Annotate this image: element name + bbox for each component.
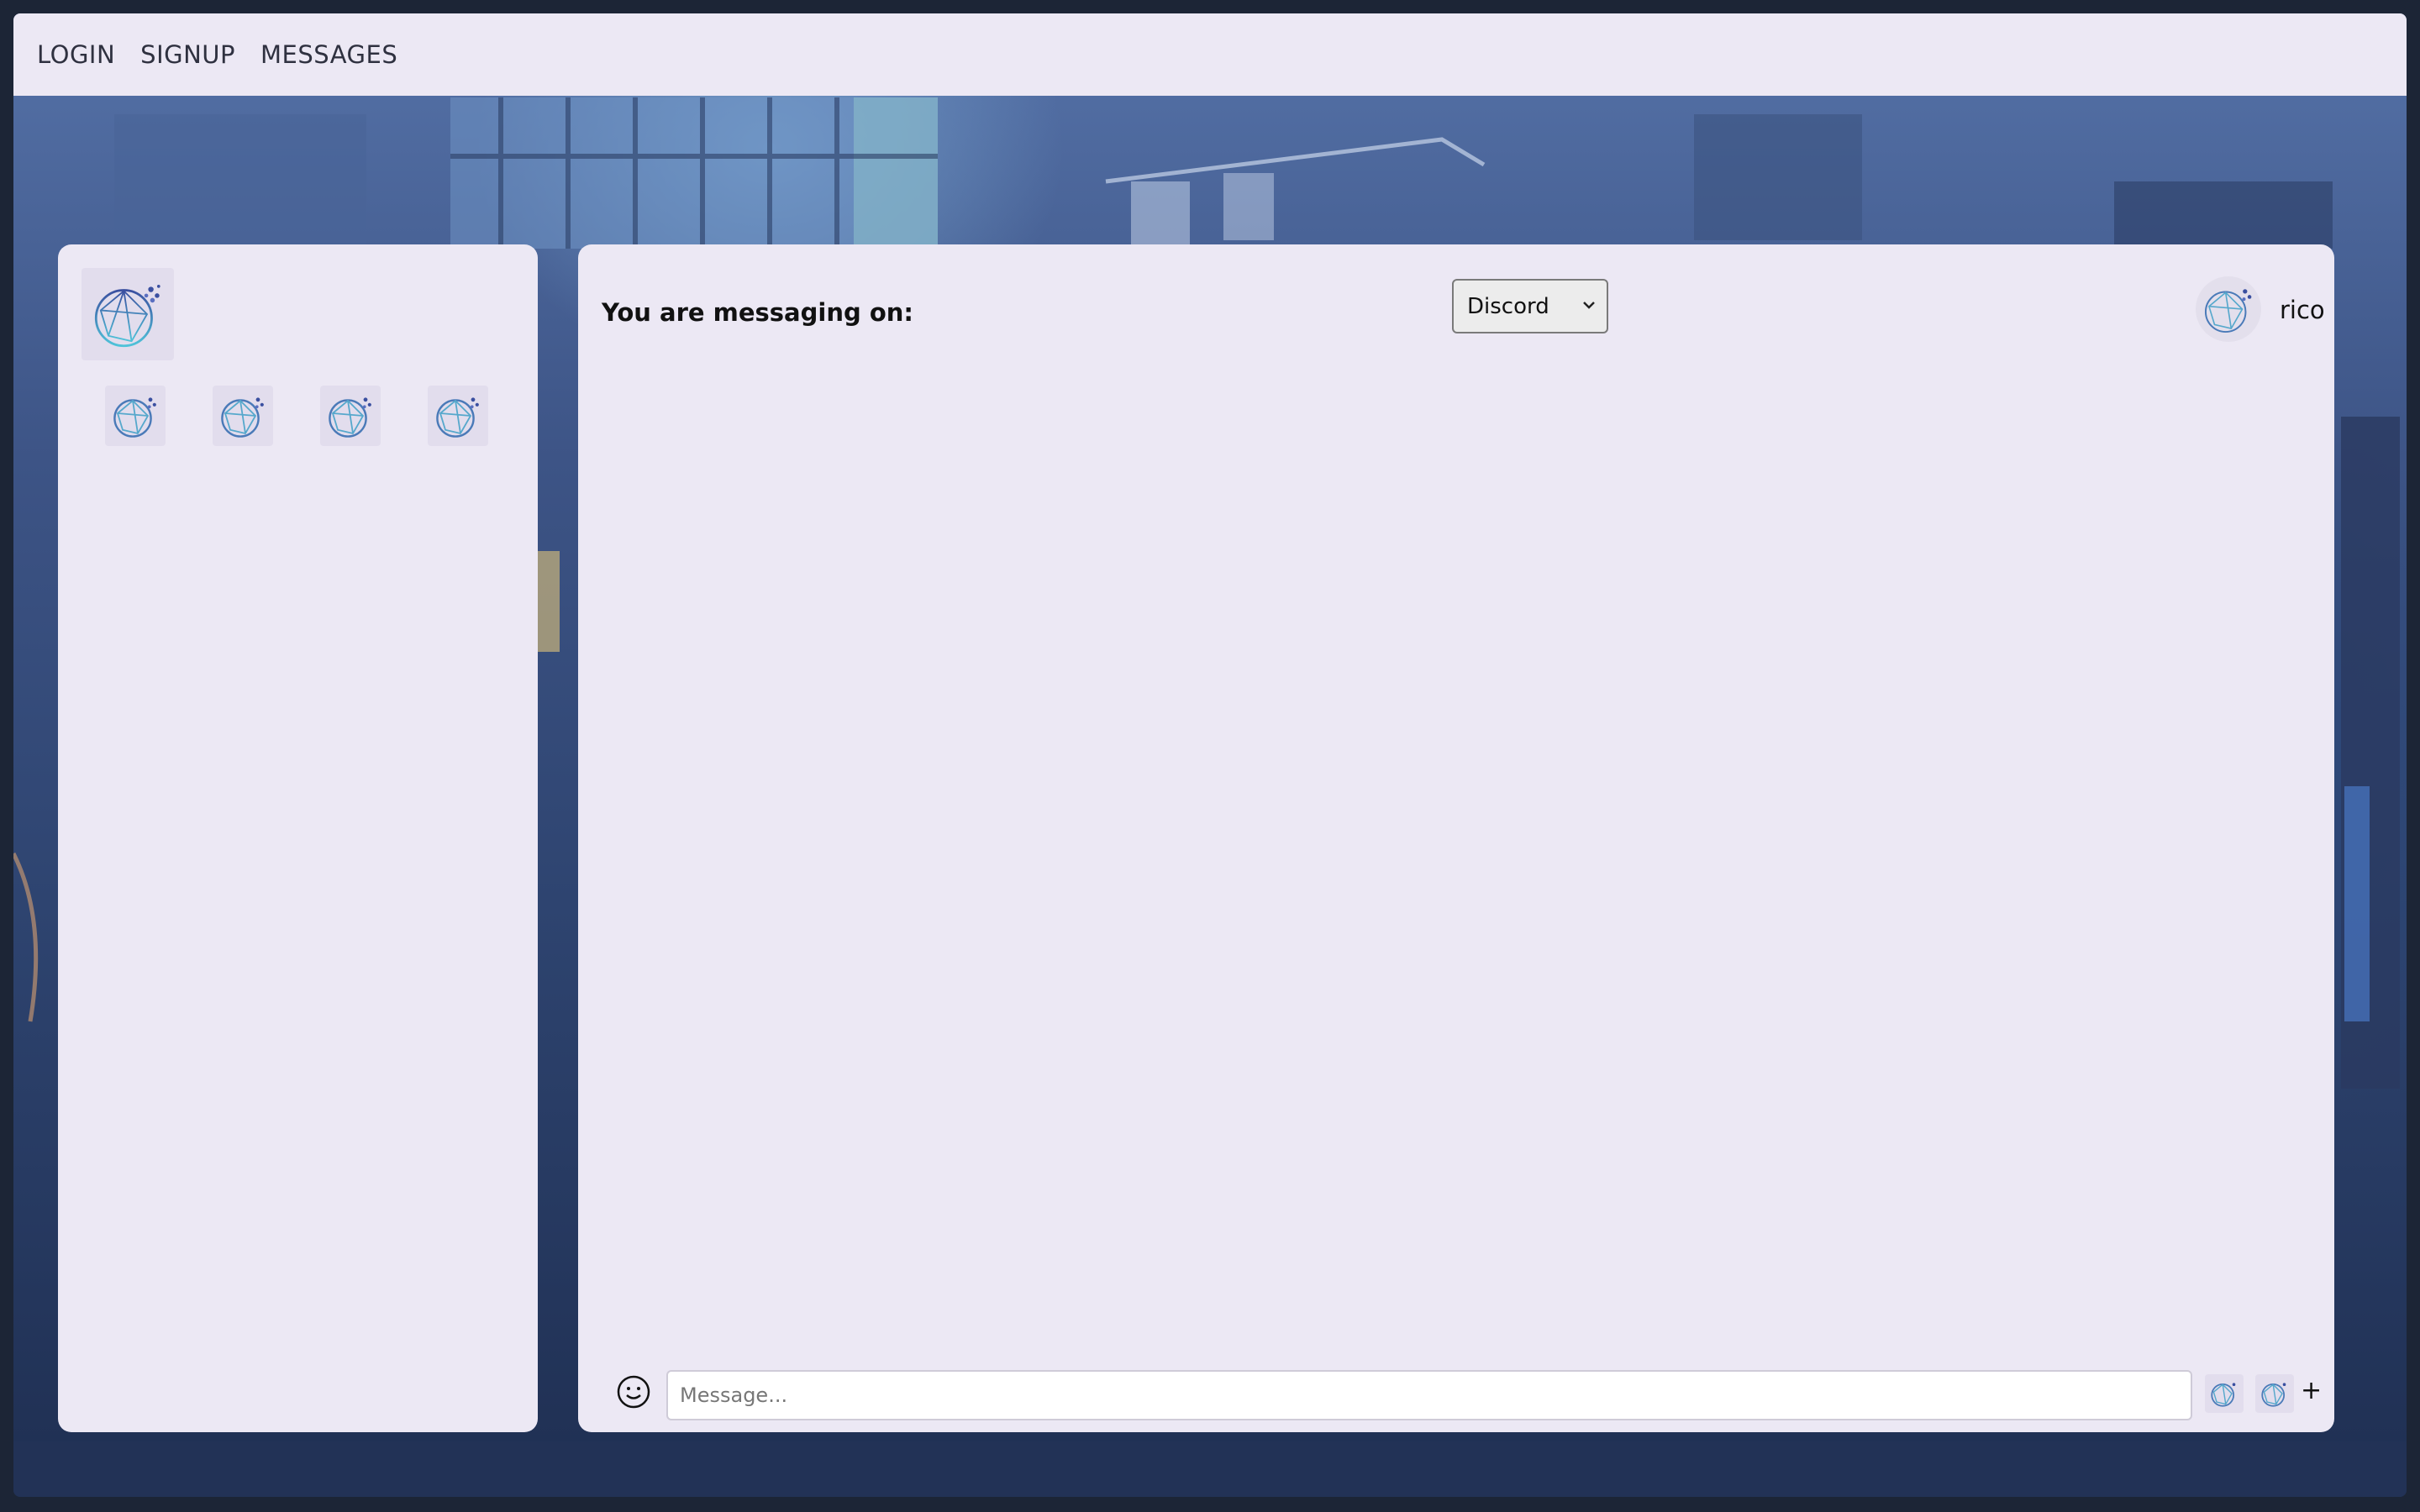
sidebar-contact-icon[interactable]	[213, 386, 273, 446]
app-window: LOGIN SIGNUP MESSAGES You are messaging …	[13, 13, 2407, 1497]
nav-messages-link[interactable]: MESSAGES	[260, 40, 397, 69]
attach-button[interactable]	[2205, 1374, 2244, 1413]
smiley-face-icon[interactable]	[616, 1374, 651, 1410]
nav-login-link[interactable]: LOGIN	[37, 40, 115, 69]
platform-selected-value: Discord	[1467, 293, 1549, 319]
nav-signup-link[interactable]: SIGNUP	[140, 40, 235, 69]
add-button[interactable]: +	[2301, 1378, 2322, 1404]
message-input[interactable]	[666, 1370, 2192, 1420]
globe-network-logo-icon	[329, 397, 371, 438]
chevron-down-icon	[1583, 302, 1595, 309]
message-list	[602, 362, 2307, 1353]
globe-network-logo-icon	[2204, 289, 2252, 333]
globe-network-logo-icon	[221, 397, 264, 438]
globe-network-logo-icon	[113, 397, 156, 438]
chat-panel: You are messaging on: Discord rico Messa…	[578, 244, 2334, 1432]
globe-network-logo-icon	[2211, 1383, 2236, 1407]
sidebar-main-logo[interactable]	[82, 268, 174, 360]
sidebar-panel	[58, 244, 538, 1432]
globe-network-logo-icon	[436, 397, 479, 438]
attach-button[interactable]	[2255, 1374, 2294, 1413]
sidebar-contact-icon[interactable]	[428, 386, 488, 446]
messaging-on-label: You are messaging on:	[602, 298, 913, 327]
username-label: rico	[2280, 296, 2325, 324]
globe-network-logo-icon	[2261, 1383, 2286, 1407]
platform-select[interactable]: Discord	[1452, 279, 1608, 333]
sidebar-contact-icon[interactable]	[320, 386, 381, 446]
user-avatar[interactable]	[2196, 276, 2261, 342]
globe-network-logo-icon	[94, 285, 160, 348]
sidebar-contact-icon[interactable]	[105, 386, 166, 446]
top-navbar: LOGIN SIGNUP MESSAGES	[13, 13, 2407, 96]
